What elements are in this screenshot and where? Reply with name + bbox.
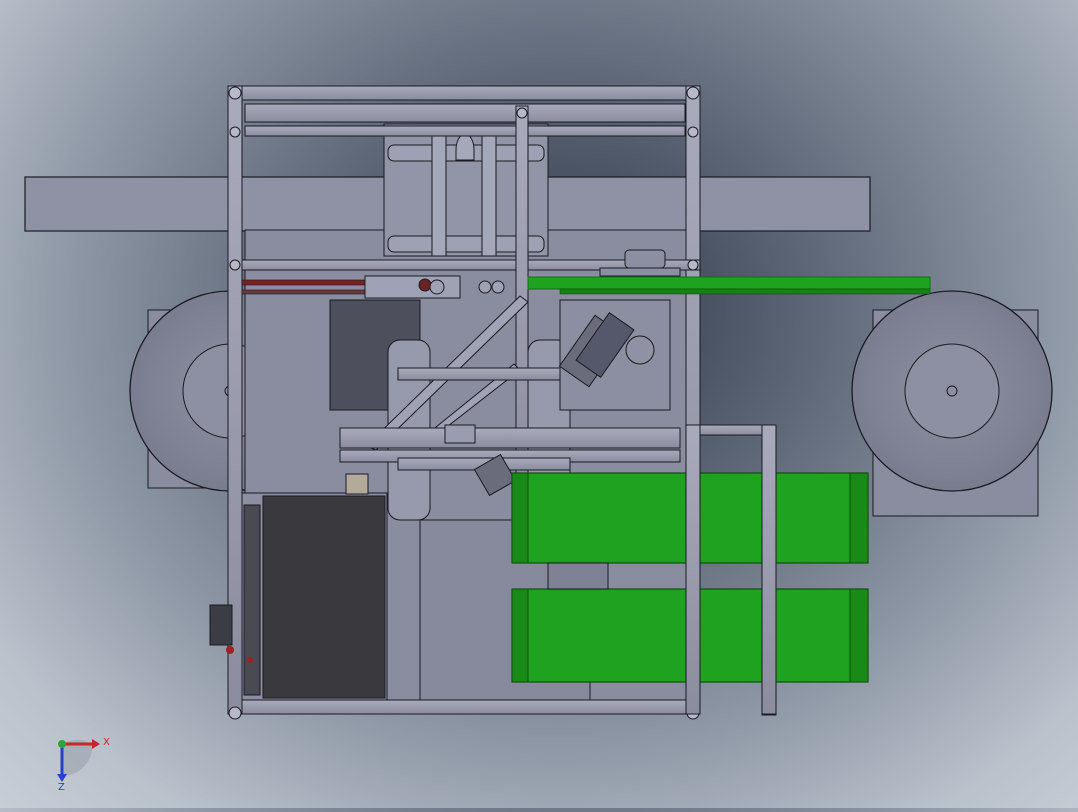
cad-graphics-viewport[interactable]: X Z — [0, 0, 1078, 808]
right-reel[interactable] — [851, 290, 1053, 492]
y-axis-point — [58, 740, 66, 748]
z-axis-label: Z — [58, 782, 65, 793]
machine-model[interactable]: X Z — [0, 0, 1078, 808]
x-axis-label: X — [103, 737, 110, 748]
coordinate-triad: X Z — [57, 737, 110, 793]
